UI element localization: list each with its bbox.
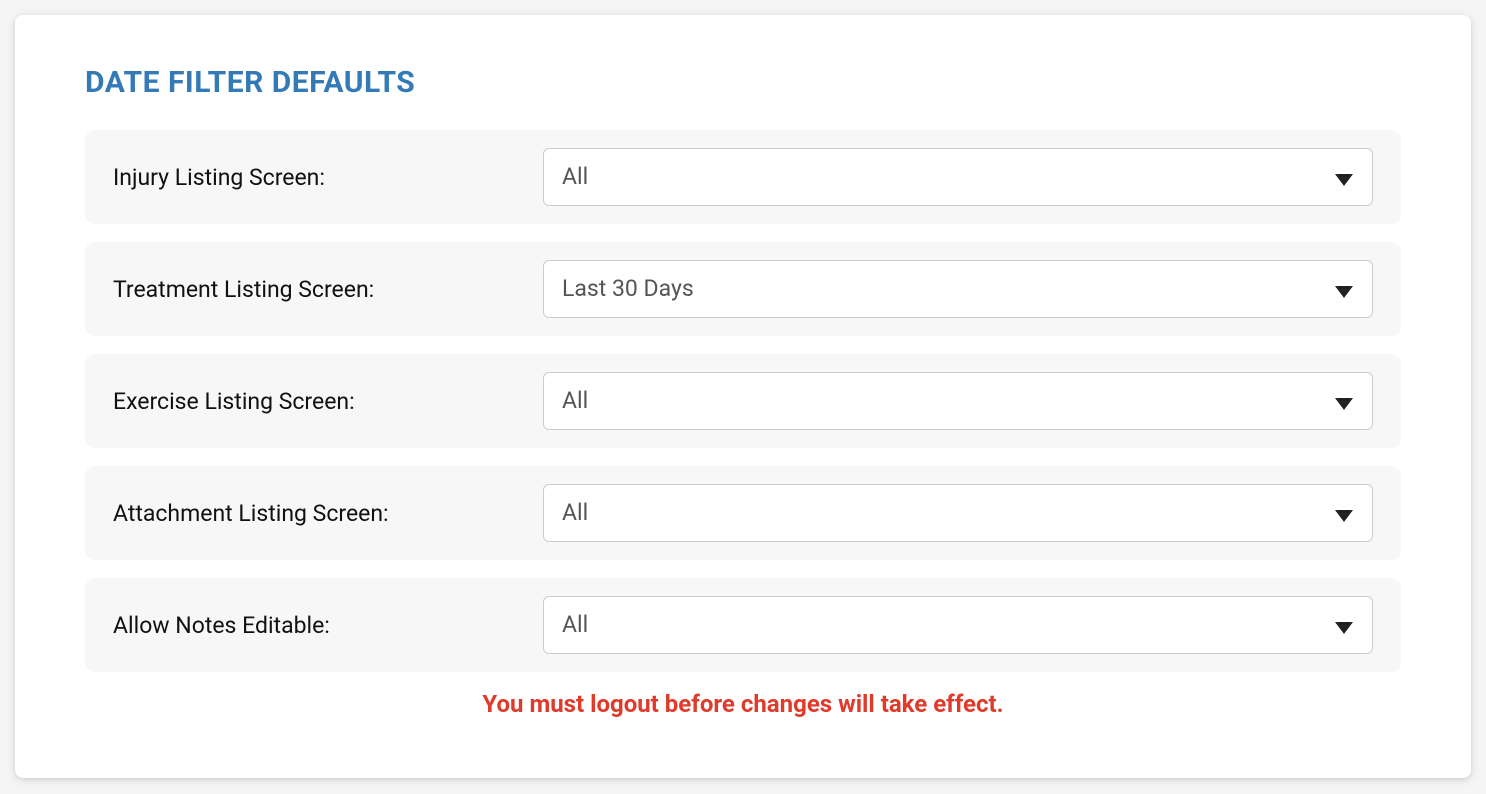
allow-notes-editable-select[interactable]: All bbox=[543, 596, 1373, 654]
exercise-listing-select[interactable]: All bbox=[543, 372, 1373, 430]
section-title: DATE FILTER DEFAULTS bbox=[85, 65, 1401, 100]
form-row-allow-notes-editable: Allow Notes Editable: All bbox=[85, 578, 1401, 672]
form-row-exercise-listing: Exercise Listing Screen: All bbox=[85, 354, 1401, 448]
treatment-listing-label: Treatment Listing Screen: bbox=[113, 276, 543, 303]
allow-notes-editable-select-wrapper: All bbox=[543, 596, 1373, 654]
attachment-listing-select-wrapper: All bbox=[543, 484, 1373, 542]
injury-listing-label: Injury Listing Screen: bbox=[113, 164, 543, 191]
exercise-listing-label: Exercise Listing Screen: bbox=[113, 388, 543, 415]
attachment-listing-select[interactable]: All bbox=[543, 484, 1373, 542]
injury-listing-select-wrapper: All bbox=[543, 148, 1373, 206]
injury-listing-select[interactable]: All bbox=[543, 148, 1373, 206]
form-row-attachment-listing: Attachment Listing Screen: All bbox=[85, 466, 1401, 560]
exercise-listing-select-wrapper: All bbox=[543, 372, 1373, 430]
treatment-listing-select[interactable]: Last 30 Days bbox=[543, 260, 1373, 318]
form-row-injury-listing: Injury Listing Screen: All bbox=[85, 130, 1401, 224]
attachment-listing-label: Attachment Listing Screen: bbox=[113, 500, 543, 527]
date-filter-defaults-card: DATE FILTER DEFAULTS Injury Listing Scre… bbox=[15, 15, 1471, 778]
form-row-treatment-listing: Treatment Listing Screen: Last 30 Days bbox=[85, 242, 1401, 336]
allow-notes-editable-label: Allow Notes Editable: bbox=[113, 612, 543, 639]
treatment-listing-select-wrapper: Last 30 Days bbox=[543, 260, 1373, 318]
logout-warning: You must logout before changes will take… bbox=[85, 690, 1401, 718]
